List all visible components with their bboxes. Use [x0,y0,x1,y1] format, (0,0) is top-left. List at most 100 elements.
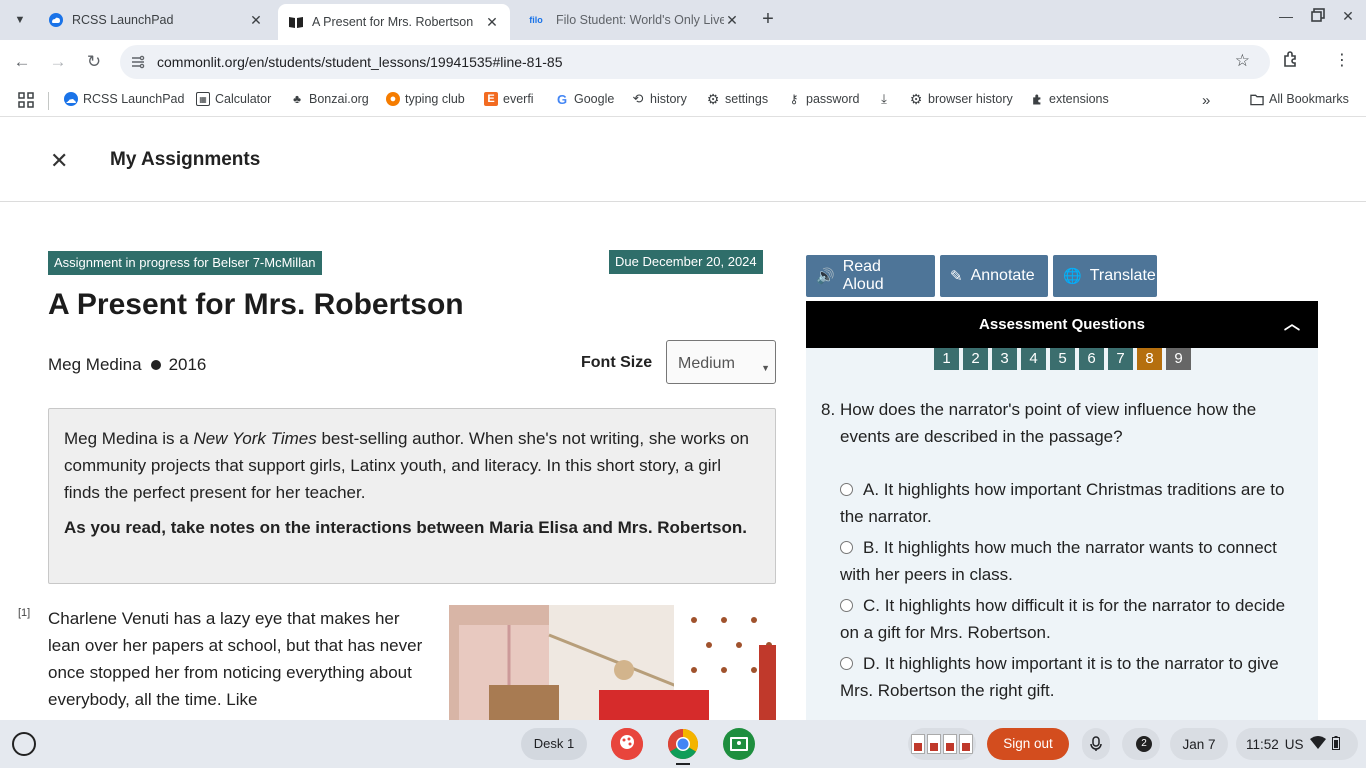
active-app-indicator [676,763,690,765]
speaker-icon: 🔊 [816,268,835,285]
radio-button[interactable] [840,599,853,612]
bookmark-browser-history[interactable]: ⚙ browser history [909,91,1013,107]
author-line: Meg Medina 2016 [48,355,206,375]
address-bar[interactable]: commonlit.org/en/students/student_lesson… [120,45,1270,79]
canvas-app-icon[interactable] [611,728,643,760]
bookmark-rcss-launchpad[interactable]: ☁ RCSS LaunchPad [64,92,184,106]
close-tab-icon[interactable]: ✕ [484,14,500,31]
bookmark-password[interactable]: ⚷ password [787,92,860,106]
answer-option-d[interactable]: D. It highlights how important it is to … [840,650,1300,704]
radio-button[interactable] [840,483,853,496]
tote-thumbnails[interactable] [908,728,976,760]
folder-icon [1250,92,1264,106]
status-area[interactable]: 11:52 US [1236,728,1358,760]
lesson-title: A Present for Mrs. Robertson [48,288,464,321]
pen-icon: ✎ [950,268,963,285]
key-icon: ⚷ [789,92,799,106]
chrome-icon[interactable] [667,728,699,760]
bookmarks-bar: ☁ RCSS LaunchPad ▦ Calculator ♣ Bonzai.org … [0,84,1366,117]
page-header: ✕ My Assignments [0,118,1366,202]
back-arrow-icon[interactable]: ← [10,50,34,74]
apps-grid-icon[interactable] [18,92,34,108]
question-nav-8[interactable]: 8 [1137,348,1162,370]
restore-icon[interactable] [1306,8,1330,25]
status-badge: Assignment in progress for Belser 7-McMi… [48,251,322,275]
radio-button[interactable] [840,541,853,554]
font-size-label: Font Size [581,354,653,371]
microphone-icon[interactable] [1082,728,1110,760]
assessment-title: Assessment Questions [979,316,1145,333]
date-pill[interactable]: Jan 7 [1170,728,1228,760]
bookmark-download[interactable]: ⤓ [877,91,896,106]
annotate-button[interactable]: ✎ Annotate [940,255,1048,297]
clock-time: 11:52 [1246,736,1279,752]
intro-box: Meg Medina is a New York Times best-sell… [48,408,776,584]
tab-title: A Present for Mrs. Robertson [312,15,474,29]
font-size-value: Medium [678,355,735,372]
tab-title: RCSS LaunchPad [72,13,174,27]
answer-option-c[interactable]: C. It highlights how difficult it is for… [840,592,1300,646]
close-window-icon[interactable]: ✕ [1336,8,1360,25]
chevron-up-icon[interactable]: ︿ [1284,301,1300,348]
globe-icon: 🌐 [1063,268,1082,285]
question-navigation: 1 2 3 4 5 6 7 8 9 [934,348,1195,370]
browser-toolbar: ← → ↻ commonlit.org/en/students/student_… [0,40,1366,84]
forward-arrow-icon[interactable]: → [46,50,70,74]
bullet-dot [150,360,161,370]
read-aloud-button[interactable]: 🔊 Read Aloud [806,255,935,297]
publication-year: 2016 [168,355,207,374]
tab-filo-student[interactable]: filo Filo Student: World's Only Live I ✕ [514,4,750,36]
desk-button[interactable]: Desk 1 [521,728,587,760]
minimize-icon[interactable]: — [1274,8,1298,24]
due-date-badge: Due December 20, 2024 [609,250,763,274]
sign-out-button[interactable]: Sign out [987,728,1069,760]
bonzai-icon: ♣ [293,92,301,106]
bookmark-history[interactable]: ⟲ history [631,91,687,106]
bookmark-settings[interactable]: ⚙ settings [706,90,768,107]
paragraph-text[interactable]: Charlene Venuti has a lazy eye that make… [48,605,433,713]
question-nav-7[interactable]: 7 [1108,348,1133,370]
gear-icon: ⚙ [706,90,720,107]
new-tab-button[interactable]: + [756,8,780,32]
bookmark-typing-club[interactable]: ● typing club [386,92,465,106]
radio-button[interactable] [840,657,853,670]
tab-search-chevron-icon[interactable]: ▼ [8,8,32,32]
bookmark-google[interactable]: G Google [555,92,614,107]
extensions-puzzle-icon[interactable] [1279,50,1303,73]
option-text: D. It highlights how important it is to … [840,654,1279,700]
question-nav-9[interactable]: 9 [1166,348,1191,370]
translate-button[interactable]: 🌐 Translate [1053,255,1157,297]
bookmark-bonzai[interactable]: ♣ Bonzai.org [290,92,369,106]
book-icon [288,14,304,30]
close-tab-icon[interactable]: ✕ [248,12,264,29]
more-menu-icon[interactable]: ⋮ [1330,50,1354,70]
site-info-icon[interactable] [130,54,146,70]
more-bookmarks-chevron-icon[interactable]: » [1202,92,1210,109]
question-nav-5[interactable]: 5 [1050,348,1075,370]
classroom-icon[interactable] [723,728,755,760]
question-nav-6[interactable]: 6 [1079,348,1104,370]
bookmark-star-icon[interactable]: ☆ [1235,51,1250,71]
answer-option-a[interactable]: A. It highlights how important Christmas… [840,476,1300,530]
bookmark-everfi[interactable]: Eeverfi [484,92,534,106]
close-tab-icon[interactable]: ✕ [724,12,740,29]
assessment-questions-header[interactable]: Assessment Questions ︿ [806,301,1318,348]
question-text: How does the narrator's point of view in… [840,400,1257,446]
close-icon[interactable]: ✕ [50,150,68,172]
puzzle-icon [1030,92,1044,106]
question-nav-2[interactable]: 2 [963,348,988,370]
bookmark-extensions[interactable]: extensions [1030,92,1109,106]
reload-icon[interactable]: ↻ [82,50,106,74]
answer-option-b[interactable]: B. It highlights how much the narrator w… [840,534,1300,588]
question-nav-3[interactable]: 3 [992,348,1017,370]
question-nav-1[interactable]: 1 [934,348,959,370]
tab-rcss-launchpad[interactable]: RCSS LaunchPad ✕ [38,4,274,36]
all-bookmarks-folder[interactable]: All Bookmarks [1250,92,1349,106]
font-size-select[interactable]: Medium ▼ [666,340,776,384]
bookmark-calculator[interactable]: ▦ Calculator [196,92,271,106]
url-text[interactable]: commonlit.org/en/students/student_lesson… [157,54,563,70]
launcher-circle-icon[interactable] [12,732,36,756]
question-nav-4[interactable]: 4 [1021,348,1046,370]
history-icon: ⟲ [632,91,644,106]
tab-a-present-for-mrs-robertson[interactable]: A Present for Mrs. Robertson ✕ [278,4,510,40]
